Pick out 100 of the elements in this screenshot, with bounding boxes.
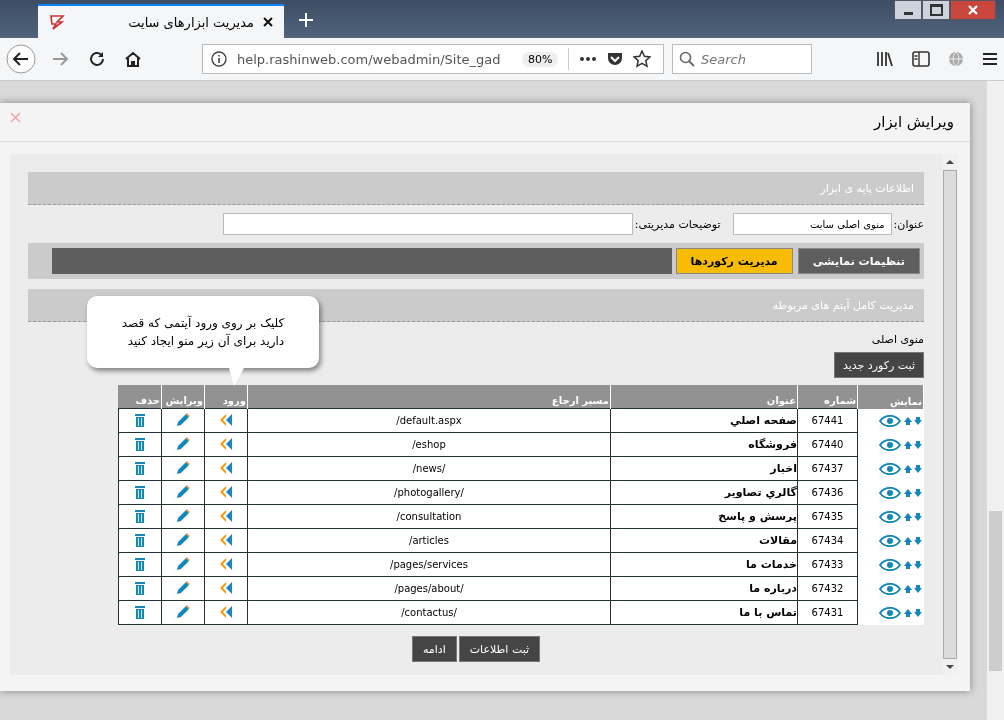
- eye-icon[interactable]: [878, 606, 901, 619]
- pencil-icon[interactable]: [176, 508, 190, 523]
- pencil-icon[interactable]: [176, 580, 190, 595]
- url-text: help.rashinweb.com/webadmin/Site_gad: [237, 51, 502, 67]
- more-icon[interactable]: [579, 56, 598, 62]
- table-cell: خدمات ما: [610, 552, 798, 577]
- sort-arrows-icon[interactable]: [902, 607, 923, 618]
- eye-icon[interactable]: [878, 558, 901, 571]
- sort-arrows-icon[interactable]: [902, 463, 923, 474]
- column-header: نمایش: [857, 385, 924, 409]
- scrollbar[interactable]: [987, 81, 1004, 720]
- double-chevron-icon[interactable]: [219, 461, 233, 474]
- zoom-badge[interactable]: 80%: [522, 51, 559, 67]
- eye-icon[interactable]: [878, 510, 901, 523]
- search-field[interactable]: Search: [672, 44, 812, 74]
- eye-icon[interactable]: [878, 438, 901, 451]
- eye-icon[interactable]: [878, 534, 901, 547]
- library-icon[interactable]: [876, 51, 894, 67]
- eye-icon[interactable]: [878, 414, 901, 427]
- pencil-icon[interactable]: [176, 484, 190, 499]
- table-cell: 67441: [797, 408, 858, 433]
- eye-icon[interactable]: [878, 582, 901, 595]
- table-cell: 67432: [797, 576, 858, 601]
- double-chevron-icon[interactable]: [219, 485, 233, 498]
- title-field[interactable]: منوی اصلی سایت: [732, 213, 892, 235]
- double-chevron-icon[interactable]: [219, 413, 233, 426]
- column-header: شماره: [797, 385, 858, 409]
- table-cell: مقالات: [610, 528, 798, 553]
- sort-arrows-icon[interactable]: [902, 559, 923, 570]
- pencil-icon[interactable]: [176, 436, 190, 451]
- trash-icon[interactable]: [134, 604, 145, 619]
- trash-icon[interactable]: [134, 532, 145, 547]
- star-icon[interactable]: [633, 50, 652, 68]
- table-cell: 67435: [797, 504, 858, 529]
- sort-arrows-icon[interactable]: [902, 487, 923, 498]
- tab-title: مدیریت ابزارهای سایت: [128, 14, 254, 30]
- table-cell: /eshop: [247, 432, 611, 457]
- double-chevron-icon[interactable]: [219, 533, 233, 546]
- trash-icon[interactable]: [134, 460, 145, 475]
- new-record-button[interactable]: ثبت رکورد جدید: [833, 352, 924, 378]
- sort-arrows-icon[interactable]: [902, 583, 923, 594]
- sort-arrows-icon[interactable]: [902, 535, 923, 546]
- table-cell: /pages/about/: [247, 576, 611, 601]
- eye-icon[interactable]: [878, 462, 901, 475]
- sort-arrows-icon[interactable]: [902, 439, 923, 450]
- trash-icon[interactable]: [134, 436, 145, 451]
- menu-name: منوی اصلی: [871, 333, 924, 346]
- double-chevron-icon[interactable]: [219, 437, 233, 450]
- sidebar-icon[interactable]: [912, 51, 930, 67]
- info-icon: [211, 51, 227, 67]
- double-chevron-icon[interactable]: [219, 605, 233, 618]
- close-icon[interactable]: [262, 16, 274, 28]
- form-button[interactable]: ادامه: [411, 636, 457, 662]
- table-cell: صفحه اصلي: [610, 408, 798, 433]
- trash-icon[interactable]: [134, 412, 145, 427]
- double-chevron-icon[interactable]: [219, 581, 233, 594]
- menu-icon[interactable]: [982, 52, 998, 66]
- logo-icon: [48, 14, 66, 30]
- search-icon: [679, 51, 695, 67]
- trash-icon[interactable]: [134, 484, 145, 499]
- scrollbar[interactable]: [942, 154, 958, 675]
- pencil-icon[interactable]: [176, 604, 190, 619]
- globe-icon[interactable]: [948, 51, 964, 67]
- reload-icon[interactable]: [88, 50, 106, 68]
- table-cell: /default.aspx: [247, 408, 611, 433]
- table-cell: پرسش و پاسخ: [610, 504, 798, 529]
- trash-icon[interactable]: [134, 508, 145, 523]
- back-icon[interactable]: [6, 44, 36, 74]
- form-button[interactable]: ثبت اطلاعات: [458, 636, 541, 662]
- notes-field[interactable]: [222, 213, 633, 235]
- home-icon[interactable]: [124, 50, 142, 68]
- table-cell: /articles: [247, 528, 611, 553]
- minimize-icon[interactable]: [894, 0, 922, 20]
- sort-arrows-icon[interactable]: [902, 415, 923, 426]
- column-header: مسیر ارجاع: [247, 385, 611, 409]
- pocket-icon[interactable]: [607, 51, 624, 67]
- field-label: توضیحات مدیریتی:: [634, 217, 721, 231]
- table-cell: /pages/services: [247, 552, 611, 577]
- trash-icon[interactable]: [134, 580, 145, 595]
- maximize-icon[interactable]: [922, 0, 950, 20]
- browser-tab[interactable]: مدیریت ابزارهای سایت: [38, 4, 284, 38]
- tab[interactable]: مدیریت رکوردها: [675, 248, 793, 274]
- double-chevron-icon[interactable]: [219, 557, 233, 570]
- sort-arrows-icon[interactable]: [902, 511, 923, 522]
- trash-icon[interactable]: [134, 556, 145, 571]
- eye-icon[interactable]: [878, 486, 901, 499]
- table-cell: فروشگاه: [610, 432, 798, 457]
- table-cell: تماس با ما: [610, 600, 798, 625]
- column-header: عنوان: [610, 385, 798, 409]
- double-chevron-icon[interactable]: [219, 509, 233, 522]
- tab[interactable]: تنظیمات نمایشی: [797, 248, 920, 274]
- table-cell: 67433: [797, 552, 858, 577]
- address-bar[interactable]: help.rashinweb.com/webadmin/Site_gad 80%: [202, 44, 664, 74]
- close-icon[interactable]: [950, 0, 996, 20]
- pencil-icon[interactable]: [176, 412, 190, 427]
- pencil-icon[interactable]: [176, 532, 190, 547]
- pencil-icon[interactable]: [176, 460, 190, 475]
- new-tab-icon[interactable]: [298, 12, 314, 28]
- pencil-icon[interactable]: [176, 556, 190, 571]
- table-cell: 67431: [797, 600, 858, 625]
